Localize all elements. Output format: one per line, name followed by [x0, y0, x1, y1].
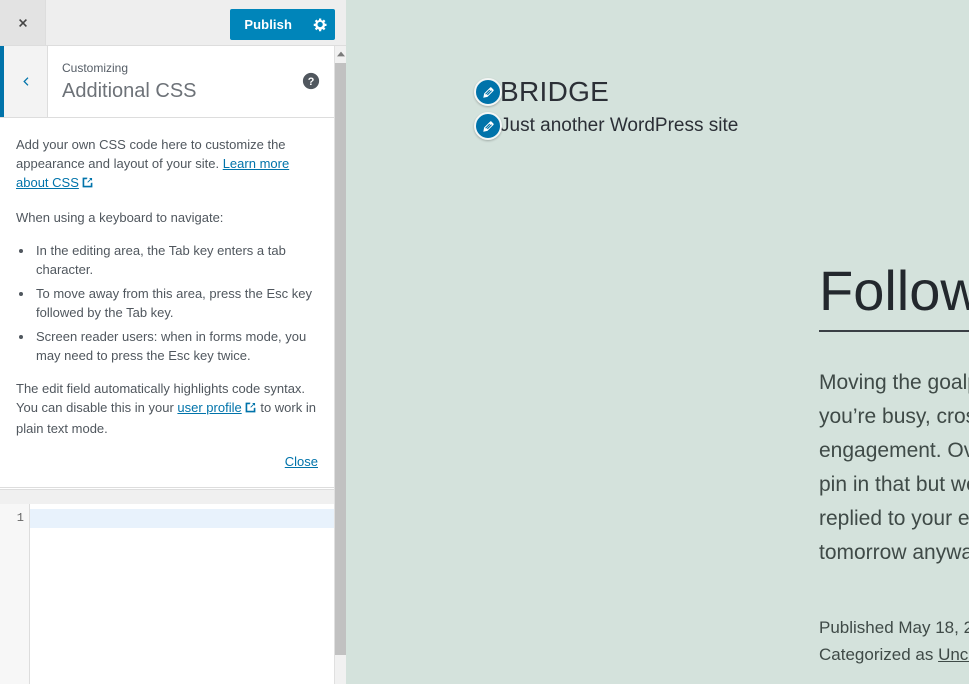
- post-body-line: tomorrow anywa: [819, 541, 969, 564]
- post-category-line: Categorized as Uncat: [819, 641, 969, 668]
- back-to-panels-button[interactable]: [0, 46, 48, 117]
- site-tagline-row: Just another WordPress site: [474, 112, 969, 140]
- keyboard-heading: When using a keyboard to navigate:: [16, 210, 224, 225]
- post-meta: Published May 18, 20 Categorized as Unca…: [819, 614, 969, 668]
- line-number: 1: [16, 511, 24, 525]
- post-body-line: pin in that but we: [819, 473, 969, 496]
- publish-group: Publish: [230, 9, 335, 40]
- user-profile-link[interactable]: user profile: [177, 400, 241, 415]
- preview-site-header: BRIDGE Just another WordPress site: [474, 76, 969, 140]
- site-tagline: Just another WordPress site: [500, 115, 739, 136]
- section-title-group: Customizing Additional CSS: [62, 60, 197, 104]
- css-help-panel: Add your own CSS code here to customize …: [0, 119, 334, 488]
- editor-line-numbers: 1: [0, 504, 30, 684]
- post-body-line: engagement. Ove: [819, 439, 969, 462]
- css-editor-container: 1: [0, 489, 334, 684]
- post-body-line: Moving the goalp: [819, 371, 969, 394]
- css-code-input[interactable]: [30, 504, 334, 684]
- preview-post: Follow Moving the goalp you’re busy, cro…: [819, 258, 969, 668]
- external-link-icon: [81, 175, 94, 194]
- customizer-screen: BRIDGE Just another WordPress site Follo…: [0, 0, 969, 684]
- post-published-date: Published May 18, 20: [819, 618, 969, 637]
- customizer-topbar: Publish: [0, 0, 346, 46]
- close-help-link[interactable]: Close: [285, 454, 318, 469]
- close-help-row: Close: [16, 452, 318, 471]
- publish-button[interactable]: Publish: [230, 9, 305, 40]
- help-intro: Add your own CSS code here to customize …: [16, 135, 318, 194]
- site-preview-pane: BRIDGE Just another WordPress site Follo…: [346, 0, 969, 684]
- sidebar-scrollbar[interactable]: [334, 46, 346, 684]
- gear-icon: [313, 18, 327, 32]
- customizer-sidebar: Publish Customizing Additional CSS ? Add…: [0, 0, 346, 684]
- post-body-line: replied to your e: [819, 507, 969, 530]
- caret-up-icon: [336, 51, 345, 56]
- categorized-label: Categorized as: [819, 645, 939, 664]
- pencil-edit-icon[interactable]: [474, 78, 502, 106]
- post-title[interactable]: Follow: [819, 258, 969, 332]
- active-line-highlight: [30, 509, 334, 528]
- category-link[interactable]: Uncat: [938, 645, 969, 664]
- scroll-up-button[interactable]: [335, 46, 346, 61]
- close-customizer-button[interactable]: [0, 0, 46, 45]
- post-body-line: you’re busy, cros: [819, 405, 969, 428]
- svg-text:?: ?: [308, 76, 315, 88]
- close-icon: [18, 18, 27, 27]
- help-circle-icon[interactable]: ?: [302, 72, 320, 90]
- page-title: Additional CSS: [62, 80, 197, 102]
- list-item: Screen reader users: when in forms mode,…: [34, 327, 318, 365]
- section-header: Customizing Additional CSS ?: [0, 46, 334, 118]
- chevron-left-icon: [23, 77, 29, 86]
- scrollbar-thumb[interactable]: [335, 63, 346, 655]
- keyboard-tips-list: In the editing area, the Tab key enters …: [16, 241, 318, 365]
- code-editor[interactable]: 1: [0, 504, 334, 684]
- post-body: Moving the goalp you’re busy, cros engag…: [819, 366, 969, 570]
- external-link-icon: [244, 400, 257, 419]
- syntax-help: The edit field automatically highlights …: [16, 379, 318, 438]
- list-item: To move away from this area, press the E…: [34, 284, 318, 322]
- pencil-edit-icon[interactable]: [474, 112, 502, 140]
- site-title-row: BRIDGE: [474, 76, 969, 108]
- customizing-label: Customizing: [62, 61, 129, 75]
- list-item: In the editing area, the Tab key enters …: [34, 241, 318, 279]
- publish-settings-button[interactable]: [305, 9, 335, 40]
- site-title: BRIDGE: [500, 76, 610, 107]
